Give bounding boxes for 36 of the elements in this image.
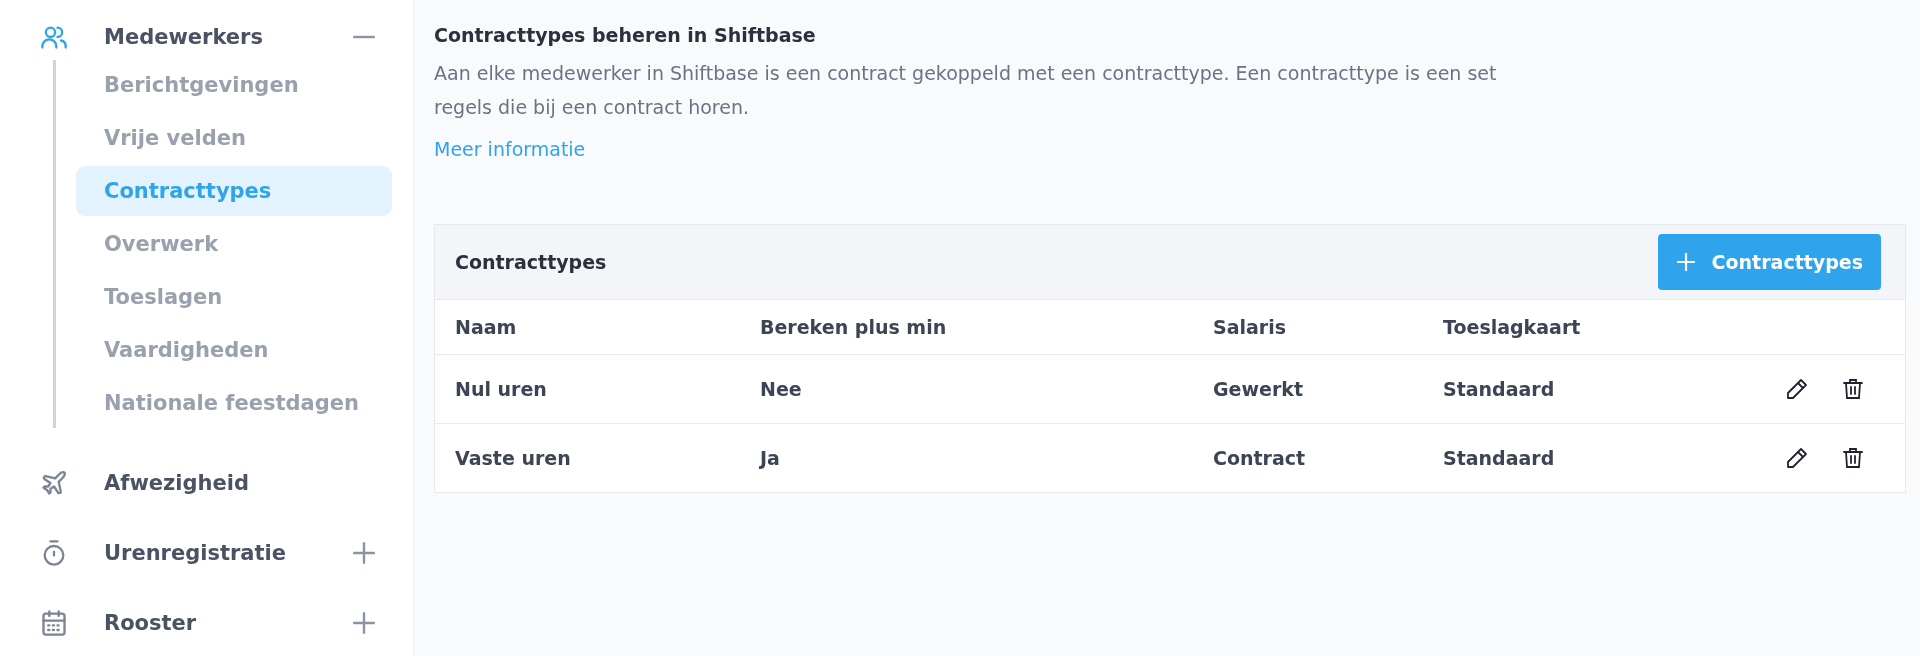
table-cell-text: Nul uren: [455, 378, 548, 400]
nav-item[interactable]: Medewerkers: [104, 25, 351, 49]
nav-item[interactable]: Rooster: [104, 611, 351, 635]
expand-icon[interactable]: [351, 610, 377, 636]
table-cell-text: Standaard: [1443, 378, 1556, 400]
column-header: Salaris: [1213, 316, 1288, 338]
trash-icon[interactable]: [1841, 446, 1865, 470]
column-header: Naam: [455, 316, 518, 338]
column-header: Toeslagkaart: [1443, 316, 1582, 338]
table-cell-text: Nee: [760, 378, 803, 400]
card-title: Contracttypes: [455, 251, 607, 273]
nav-item[interactable]: Urenregistratie: [104, 541, 351, 565]
sub-nav-item[interactable]: Overwerk: [76, 219, 392, 269]
edit-icon[interactable]: [1785, 446, 1809, 470]
expand-icon[interactable]: [351, 540, 377, 566]
more-info-link[interactable]: Meer informatie: [434, 138, 586, 160]
sub-nav-item[interactable]: Vaardigheden: [76, 325, 392, 375]
airplane-icon: [40, 469, 68, 497]
edit-icon[interactable]: [1785, 377, 1809, 401]
sub-nav-item[interactable]: Contracttypes: [76, 166, 392, 216]
sub-nav-item[interactable]: Berichtgevingen: [76, 60, 392, 110]
table-cell-text: Contract: [1213, 447, 1307, 469]
description: Aan elke medewerker in Shiftbase is een contract gekoppeld met een contracttype. Een contracttype is een set regels die bij een contract horen.: [434, 61, 1498, 120]
column-header: Bereken plus min: [760, 316, 948, 338]
table-cell-text: Gewerkt: [1213, 378, 1304, 400]
calendar-icon: [40, 609, 68, 637]
sub-nav-item[interactable]: Nationale feestdagen: [76, 378, 392, 428]
sub-nav-item[interactable]: Vrije velden: [76, 113, 392, 163]
add-button[interactable]: Contracttypes: [1657, 234, 1881, 290]
table-cell-text: Standaard: [1443, 447, 1556, 469]
nav-item[interactable]: Afwezigheid: [104, 471, 389, 495]
trash-icon[interactable]: [1841, 377, 1865, 401]
table-cell-text: Vaste uren: [455, 447, 572, 469]
table-cell-text: Ja: [760, 447, 781, 469]
section-title: Contracttypes beheren in Shiftbase: [434, 24, 817, 46]
sub-nav-item[interactable]: Toeslagen: [76, 272, 392, 322]
